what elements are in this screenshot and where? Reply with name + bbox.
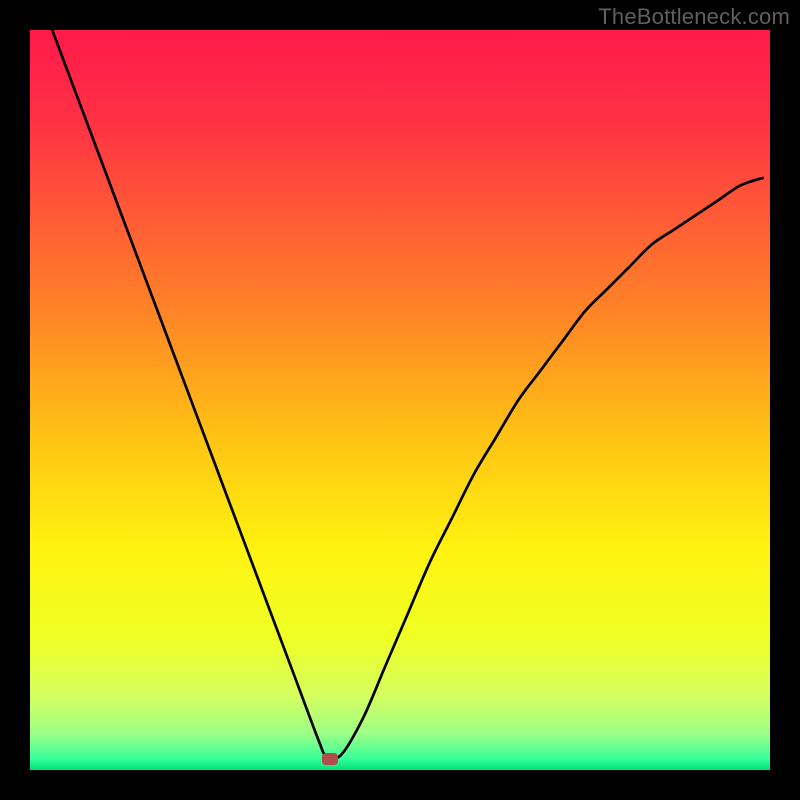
highlight-marker <box>322 753 338 765</box>
data-curve <box>30 30 770 770</box>
watermark-text: TheBottleneck.com <box>598 4 790 30</box>
chart-frame: TheBottleneck.com <box>0 0 800 800</box>
plot-area <box>30 30 770 770</box>
